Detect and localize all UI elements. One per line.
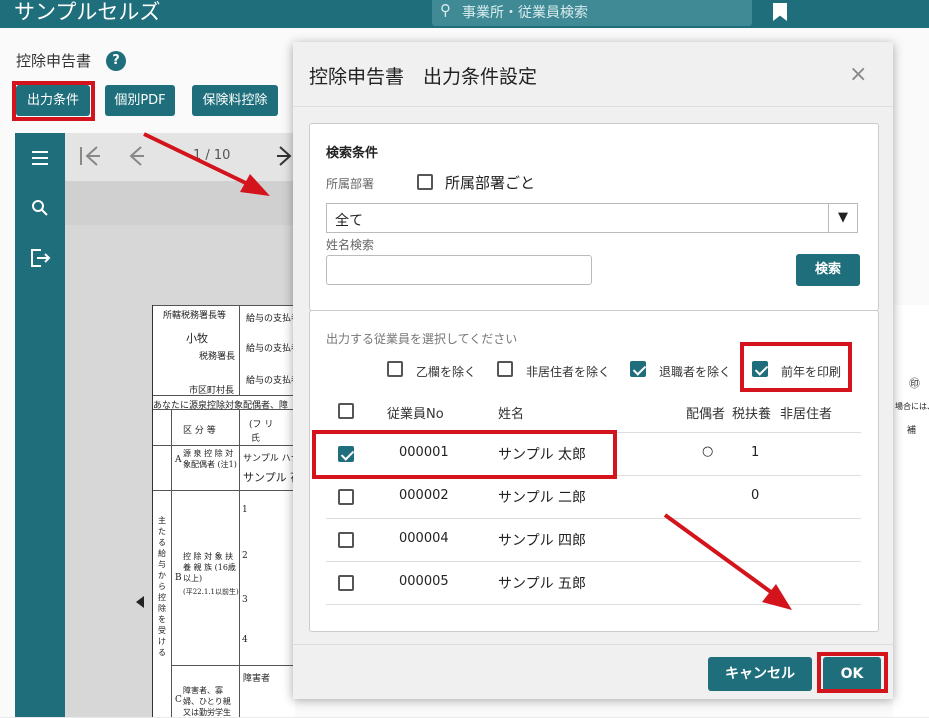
highlight-box: [817, 652, 888, 693]
bookmark-icon[interactable]: [773, 3, 787, 21]
viewer-sidebar-icons: [31, 151, 51, 267]
table-cell-name: サンプル 二郎: [498, 490, 587, 506]
individual-pdf-button[interactable]: 個別PDF: [105, 85, 175, 116]
exclude-otsu-checkbox[interactable]: [387, 361, 403, 377]
exclude-retired-label: 退職者を除く: [659, 365, 732, 379]
search-button[interactable]: 検索: [796, 254, 860, 286]
menu-icon: [32, 151, 48, 165]
search-icon: ⚲: [440, 1, 451, 19]
viewer-toolbar: 1 / 10: [65, 133, 295, 181]
dept-select[interactable]: 全て ▼: [326, 203, 858, 233]
employee-select-prompt: 出力する従業員を選択してください: [326, 332, 518, 346]
exclude-retired-checkbox[interactable]: [630, 361, 646, 377]
search-placeholder: 事業所・従業員検索: [462, 5, 588, 21]
col-spouse[interactable]: 配偶者: [686, 403, 725, 422]
exclude-nonresident-label: 非居住者を除く: [526, 365, 611, 379]
dept-label: 所属部署: [326, 177, 375, 191]
table-cell-name: サンプル 四郎: [498, 533, 587, 549]
col-dependents[interactable]: 税扶養: [732, 403, 771, 422]
page-indicator: 1 / 10: [193, 148, 231, 163]
dept-select-value: 全て: [335, 213, 363, 229]
page-title: 控除申告書: [16, 52, 92, 70]
table-cell-spouse: ○: [702, 444, 714, 459]
global-search-input[interactable]: ⚲ 事業所・従業員検索: [432, 0, 752, 26]
chevron-down-icon: ▼: [828, 204, 857, 232]
first-page-icon: [80, 146, 100, 166]
search-heading: 検索条件: [326, 146, 379, 161]
brand-logo[interactable]: サンプルセルズ: [14, 0, 160, 26]
table-cell-no: 000004: [399, 531, 449, 546]
close-icon[interactable]: ×: [849, 62, 867, 87]
cancel-button[interactable]: キャンセル: [708, 657, 812, 691]
help-icon[interactable]: ?: [106, 51, 126, 71]
dialog-footer: キャンセル OK: [293, 644, 893, 699]
viewer-prev-arrow-icon[interactable]: [136, 596, 144, 608]
prev-page-icon: [129, 146, 144, 166]
top-bar: サンプルセルズ ⚲ 事業所・従業員検索: [0, 0, 929, 28]
table-cell-dependents: 0: [751, 488, 760, 503]
name-search-label: 姓名検索: [326, 238, 375, 252]
row-checkbox[interactable]: [338, 532, 354, 548]
document-page: 所轄税務署長等 小牧 税務署長 市区町村長 給与の支払者の名称(氏 給与の支払者…: [152, 305, 349, 717]
per-dept-label: 所属部署ごと: [445, 174, 536, 192]
highlight-box: [12, 81, 95, 121]
table-cell-name: サンプル 五郎: [498, 576, 587, 592]
document-page-right: 場合には、記入す ㊞ 補: [893, 305, 929, 717]
row-checkbox[interactable]: [338, 489, 354, 505]
per-dept-checkbox[interactable]: [417, 174, 433, 190]
viewer-strip: [65, 181, 295, 225]
viewer-sidebar: [15, 133, 65, 717]
exclude-otsu-label: 乙欄を除く: [416, 365, 477, 379]
row-checkbox[interactable]: [338, 575, 354, 591]
exclude-nonresident-checkbox[interactable]: [497, 361, 513, 377]
col-name[interactable]: 姓名: [498, 403, 524, 422]
dialog-title: 控除申告書 出力条件設定: [309, 66, 538, 88]
insurance-deduction-button[interactable]: 保険料控除: [192, 85, 278, 116]
export-icon: [31, 249, 51, 267]
col-employee-no[interactable]: 従業員No: [387, 403, 444, 422]
next-page-icon: [277, 146, 292, 166]
name-search-input[interactable]: [326, 255, 592, 285]
select-all-checkbox[interactable]: [338, 403, 354, 419]
table-cell-dependents: 1: [751, 445, 760, 460]
table-cell-no: 000005: [399, 574, 449, 589]
dialog-header: 控除申告書 出力条件設定 ×: [293, 42, 893, 107]
table-cell-no: 000002: [399, 488, 449, 503]
col-nonresident[interactable]: 非居住者: [780, 403, 832, 422]
highlight-box: [740, 342, 852, 392]
highlight-box: [312, 430, 617, 479]
search-conditions-card: 検索条件 所属部署 所属部署ごと 全て ▼ 姓名検索 検索: [309, 123, 879, 311]
viewer-search-icon: [32, 200, 48, 216]
viewer-nav-icons: [80, 146, 292, 166]
